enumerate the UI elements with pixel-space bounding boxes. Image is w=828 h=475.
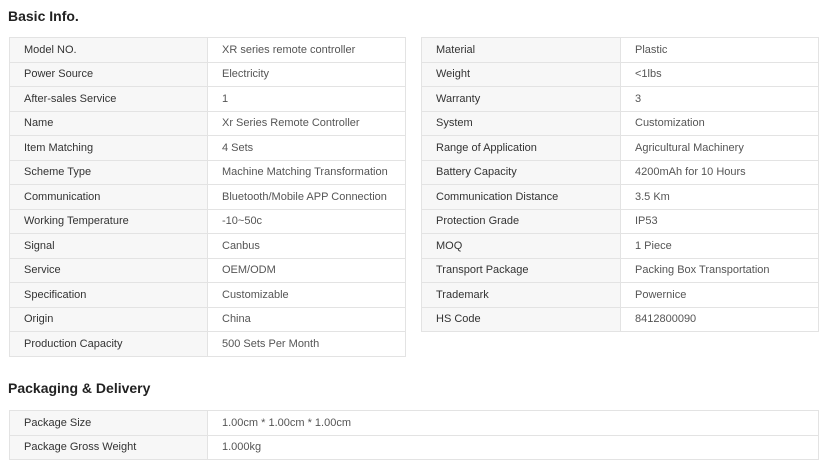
spec-value: Canbus bbox=[207, 233, 406, 259]
spec-value: 4 Sets bbox=[207, 135, 406, 161]
spec-key: Transport Package bbox=[421, 257, 621, 283]
table-row: Model NO. XR series remote controller bbox=[9, 37, 406, 63]
table-row: HS Code 8412800090 bbox=[421, 306, 819, 332]
spec-key: Specification bbox=[9, 282, 208, 308]
spec-key: Package Gross Weight bbox=[9, 434, 208, 460]
spec-key: Power Source bbox=[9, 61, 208, 87]
table-row: Power Source Electricity bbox=[9, 61, 406, 87]
table-row: Working Temperature -10~50c bbox=[9, 208, 406, 234]
basic-info-right-table: Material Plastic Weight <1lbs Warranty 3 Sy… bbox=[421, 37, 819, 332]
table-row: Origin China bbox=[9, 306, 406, 332]
table-row: Name Xr Series Remote Controller bbox=[9, 110, 406, 136]
spec-key: Material bbox=[421, 37, 621, 63]
spec-key: Package Size bbox=[9, 410, 208, 436]
spec-key: Name bbox=[9, 110, 208, 136]
spec-key: Protection Grade bbox=[421, 208, 621, 234]
table-row: Production Capacity 500 Sets Per Month bbox=[9, 331, 406, 357]
spec-value: Packing Box Transportation bbox=[620, 257, 819, 283]
spec-value: XR series remote controller bbox=[207, 37, 406, 63]
spec-key: Model NO. bbox=[9, 37, 208, 63]
spec-value: Powernice bbox=[620, 282, 819, 308]
spec-value: 1 bbox=[207, 86, 406, 112]
table-row: System Customization bbox=[421, 110, 819, 136]
table-row: Package Gross Weight 1.000kg bbox=[9, 434, 819, 460]
spec-key: Item Matching bbox=[9, 135, 208, 161]
table-row: Signal Canbus bbox=[9, 233, 406, 259]
basic-info-title: Basic Info. bbox=[8, 8, 79, 24]
basic-info-left-table: Model NO. XR series remote controller Pow… bbox=[9, 37, 406, 357]
spec-value: Xr Series Remote Controller bbox=[207, 110, 406, 136]
table-row: Transport Package Packing Box Transportat… bbox=[421, 257, 819, 283]
table-row: Material Plastic bbox=[421, 37, 819, 63]
table-row: Specification Customizable bbox=[9, 282, 406, 308]
spec-key: System bbox=[421, 110, 621, 136]
spec-key: Weight bbox=[421, 61, 621, 87]
table-row: Range of Application Agricultural Machine… bbox=[421, 135, 819, 161]
spec-value: Bluetooth/Mobile APP Connection bbox=[207, 184, 406, 210]
packaging-table: Package Size 1.00cm * 1.00cm * 1.00cm Pac… bbox=[9, 410, 819, 460]
spec-key: Production Capacity bbox=[9, 331, 208, 357]
spec-key: Range of Application bbox=[421, 135, 621, 161]
spec-key: Origin bbox=[9, 306, 208, 332]
spec-key: After-sales Service bbox=[9, 86, 208, 112]
spec-key: Scheme Type bbox=[9, 159, 208, 185]
table-row: Package Size 1.00cm * 1.00cm * 1.00cm bbox=[9, 410, 819, 436]
spec-value: 3 bbox=[620, 86, 819, 112]
table-row: Communication Bluetooth/Mobile APP Connec… bbox=[9, 184, 406, 210]
spec-value: 3.5 Km bbox=[620, 184, 819, 210]
spec-key: Communication Distance bbox=[421, 184, 621, 210]
spec-value: 8412800090 bbox=[620, 306, 819, 332]
table-row: Battery Capacity 4200mAh for 10 Hours bbox=[421, 159, 819, 185]
table-row: Communication Distance 3.5 Km bbox=[421, 184, 819, 210]
spec-value: -10~50c bbox=[207, 208, 406, 234]
spec-key: Signal bbox=[9, 233, 208, 259]
table-row: After-sales Service 1 bbox=[9, 86, 406, 112]
spec-value: Customization bbox=[620, 110, 819, 136]
table-row: Protection Grade IP53 bbox=[421, 208, 819, 234]
spec-value: OEM/ODM bbox=[207, 257, 406, 283]
spec-value: China bbox=[207, 306, 406, 332]
table-row: Scheme Type Machine Matching Transformati… bbox=[9, 159, 406, 185]
spec-value: Electricity bbox=[207, 61, 406, 87]
spec-value: 1.00cm * 1.00cm * 1.00cm bbox=[207, 410, 819, 436]
spec-key: Communication bbox=[9, 184, 208, 210]
spec-value: 1 Piece bbox=[620, 233, 819, 259]
spec-value: 4200mAh for 10 Hours bbox=[620, 159, 819, 185]
table-row: Service OEM/ODM bbox=[9, 257, 406, 283]
spec-key: MOQ bbox=[421, 233, 621, 259]
spec-key: Working Temperature bbox=[9, 208, 208, 234]
spec-key: Battery Capacity bbox=[421, 159, 621, 185]
table-row: Item Matching 4 Sets bbox=[9, 135, 406, 161]
spec-value: Customizable bbox=[207, 282, 406, 308]
spec-value: Plastic bbox=[620, 37, 819, 63]
spec-key: Service bbox=[9, 257, 208, 283]
spec-value: 1.000kg bbox=[207, 434, 819, 460]
table-row: Trademark Powernice bbox=[421, 282, 819, 308]
spec-key: Warranty bbox=[421, 86, 621, 112]
spec-key: Trademark bbox=[421, 282, 621, 308]
table-row: Weight <1lbs bbox=[421, 61, 819, 87]
spec-value: Machine Matching Transformation bbox=[207, 159, 406, 185]
spec-value: Agricultural Machinery bbox=[620, 135, 819, 161]
packaging-delivery-title: Packaging & Delivery bbox=[8, 380, 151, 396]
spec-value: IP53 bbox=[620, 208, 819, 234]
table-row: MOQ 1 Piece bbox=[421, 233, 819, 259]
spec-value: 500 Sets Per Month bbox=[207, 331, 406, 357]
spec-value: <1lbs bbox=[620, 61, 819, 87]
spec-key: HS Code bbox=[421, 306, 621, 332]
table-row: Warranty 3 bbox=[421, 86, 819, 112]
